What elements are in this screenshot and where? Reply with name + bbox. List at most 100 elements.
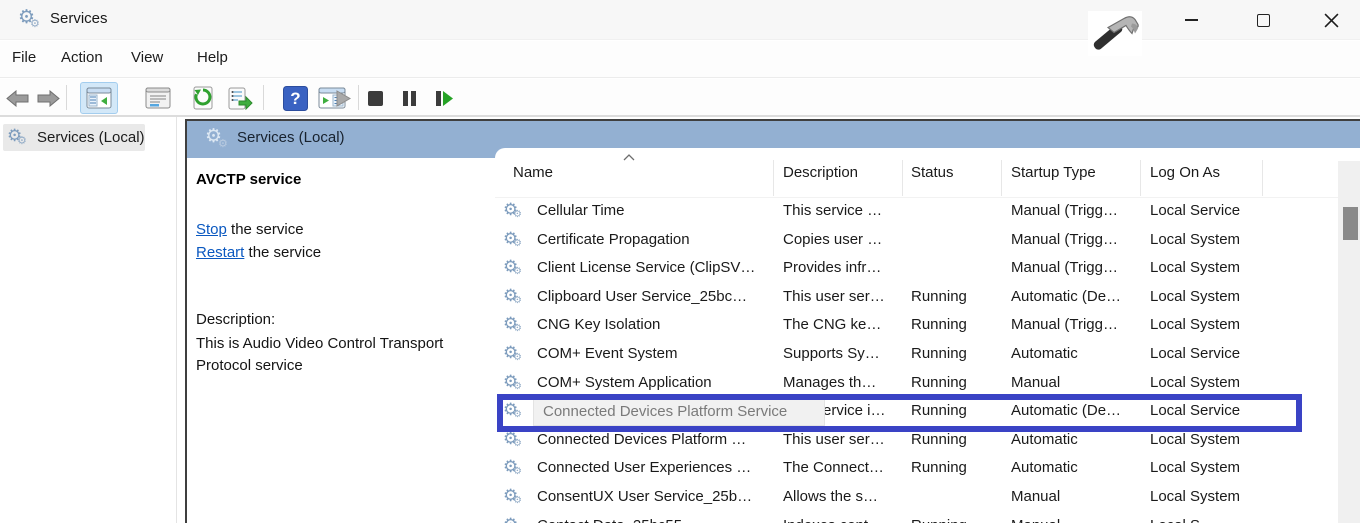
service-gear-icon: ⚙⚙ (503, 258, 529, 282)
properties-button[interactable] (143, 82, 173, 114)
cell-logon: Local System (1150, 259, 1264, 276)
cell-startup: Manual (Trigg… (1011, 202, 1138, 219)
cell-description: Supports Sy… (783, 345, 901, 362)
pause-icon (402, 90, 417, 107)
stop-service-button[interactable] (362, 82, 388, 114)
cell-status: Running (911, 431, 999, 448)
table-row[interactable]: ⚙⚙Client License Service (ClipSV…Provide… (495, 256, 1338, 284)
tree-item-label: Services (Local) (37, 129, 145, 146)
help-button[interactable]: ? (280, 82, 310, 114)
pause-service-button[interactable] (396, 82, 422, 114)
column-header-description[interactable]: Description (783, 164, 858, 181)
minimize-button[interactable] (1168, 0, 1214, 40)
table-row[interactable]: ⚙⚙CNG Key IsolationThe CNG ke…RunningMan… (495, 313, 1338, 341)
cell-startup: Manual (Trigg… (1011, 231, 1138, 248)
menu-view[interactable]: View (131, 49, 163, 66)
description-label: Description: (196, 311, 275, 328)
cell-logon: Local System (1150, 288, 1264, 305)
cell-status: Running (911, 345, 999, 362)
maximize-button[interactable] (1240, 0, 1286, 40)
cell-description: Provides infr… (783, 259, 901, 276)
service-gear-icon: ⚙⚙ (503, 430, 529, 454)
close-icon (1324, 13, 1339, 28)
service-gear-icon: ⚙⚙ (503, 230, 529, 254)
vertical-scrollbar[interactable] (1338, 161, 1360, 523)
console-tree-pane: ⚙⚙ Services (Local) (0, 117, 177, 523)
menu-action[interactable]: Action (61, 49, 103, 66)
cell-logon: Local System (1150, 316, 1264, 333)
export-list-button[interactable] (225, 82, 255, 114)
cell-startup: Manual (Trigg… (1011, 259, 1138, 276)
cell-name: Certificate Propagation (537, 231, 775, 248)
restart-icon (435, 90, 454, 107)
cell-logon: Local S… (1150, 517, 1264, 523)
menu-bar: File Action View Help (0, 41, 1360, 78)
cell-startup: Manual (1011, 488, 1138, 505)
close-button[interactable] (1308, 0, 1354, 40)
services-window: ⚙⚙ Services File Action View Help (0, 0, 1360, 523)
table-row[interactable]: ⚙⚙Contact Data_25bc55Indexes cont…Runnin… (495, 514, 1338, 523)
service-gear-icon: ⚙⚙ (503, 516, 529, 523)
cell-logon: Local System (1150, 431, 1264, 448)
console-tree-icon (86, 87, 112, 109)
cell-name: COM+ System Application (537, 374, 775, 391)
service-gear-icon: ⚙⚙ (503, 487, 529, 511)
table-row[interactable]: ⚙⚙Cellular TimeThis service …Manual (Tri… (495, 199, 1338, 227)
table-row[interactable]: ⚙⚙ConsentUX User Service_25b…Allows the … (495, 485, 1338, 513)
tree-item-services-local[interactable]: ⚙⚙ Services (Local) (3, 124, 145, 151)
restart-service-line: Restart the service (196, 244, 321, 261)
cell-description: Manages th… (783, 374, 901, 391)
help-icon: ? (283, 86, 308, 111)
show-console-tree-button[interactable] (80, 82, 118, 114)
cell-status: Running (911, 402, 999, 419)
cell-description: Indexes cont… (783, 517, 901, 523)
table-row[interactable]: ⚙⚙Certificate PropagationCopies user …Ma… (495, 228, 1338, 256)
column-header-log-on-as[interactable]: Log On As (1150, 164, 1220, 181)
back-button[interactable] (4, 82, 32, 114)
svg-text:?: ? (290, 89, 300, 108)
cell-startup: Automatic (1011, 459, 1138, 476)
column-header-startup-type[interactable]: Startup Type (1011, 164, 1096, 181)
column-header-name[interactable]: Name (513, 164, 553, 181)
table-row[interactable]: ⚙⚙COM+ Event SystemSupports Sy…RunningAu… (495, 342, 1338, 370)
menu-help[interactable]: Help (197, 49, 228, 66)
cell-name: ConsentUX User Service_25b… (537, 488, 775, 505)
stop-link[interactable]: Stop (196, 221, 227, 238)
menu-file[interactable]: File (12, 49, 36, 66)
service-gear-icon: ⚙⚙ (503, 373, 529, 397)
back-icon (6, 90, 30, 107)
cell-logon: Local System (1150, 459, 1264, 476)
table-row[interactable]: ⚙⚙ COM+ System Application Manages th… Runn… (495, 371, 1338, 399)
cell-logon: Local System (1150, 231, 1264, 248)
cell-status: Running (911, 517, 999, 523)
cell-logon: Local System (1150, 488, 1264, 505)
refresh-button[interactable] (188, 82, 218, 114)
cell-startup: Automatic (De… (1011, 288, 1138, 305)
service-gear-icon: ⚙⚙ (503, 458, 529, 482)
cell-status: Running (911, 316, 999, 333)
scrollbar-thumb[interactable] (1343, 207, 1358, 240)
column-header-status[interactable]: Status (911, 164, 954, 181)
stop-icon (367, 90, 384, 107)
start-service-button[interactable] (330, 82, 356, 114)
sort-ascending-icon (623, 154, 635, 161)
cell-description: The CNG ke… (783, 316, 901, 333)
restart-service-button[interactable] (430, 82, 458, 114)
table-row[interactable]: ⚙⚙Clipboard User Service_25bc…This user … (495, 285, 1338, 313)
cell-description: This service … (783, 202, 901, 219)
cell-name: Clipboard User Service_25bc… (537, 288, 775, 305)
panel-header-title: Services (Local) (237, 129, 345, 146)
service-gear-icon: ⚙⚙ (503, 344, 529, 368)
properties-icon (145, 87, 171, 109)
cell-status: Running (911, 374, 999, 391)
selected-service-title: AVCTP service (196, 171, 301, 188)
restart-link[interactable]: Restart (196, 244, 244, 261)
cell-status: Running (911, 288, 999, 305)
services-gear-icon: ⚙⚙ (205, 127, 231, 153)
stop-service-line: Stop the service (196, 221, 304, 238)
table-row[interactable]: ⚙⚙Connected User Experiences …The Connec… (495, 456, 1338, 484)
cell-logon: Local Service (1150, 202, 1264, 219)
forward-button[interactable] (34, 82, 62, 114)
table-row[interactable]: ⚙⚙Connected Devices Platform …This user … (495, 428, 1338, 456)
cell-name: Connected Devices Platform … (537, 431, 775, 448)
